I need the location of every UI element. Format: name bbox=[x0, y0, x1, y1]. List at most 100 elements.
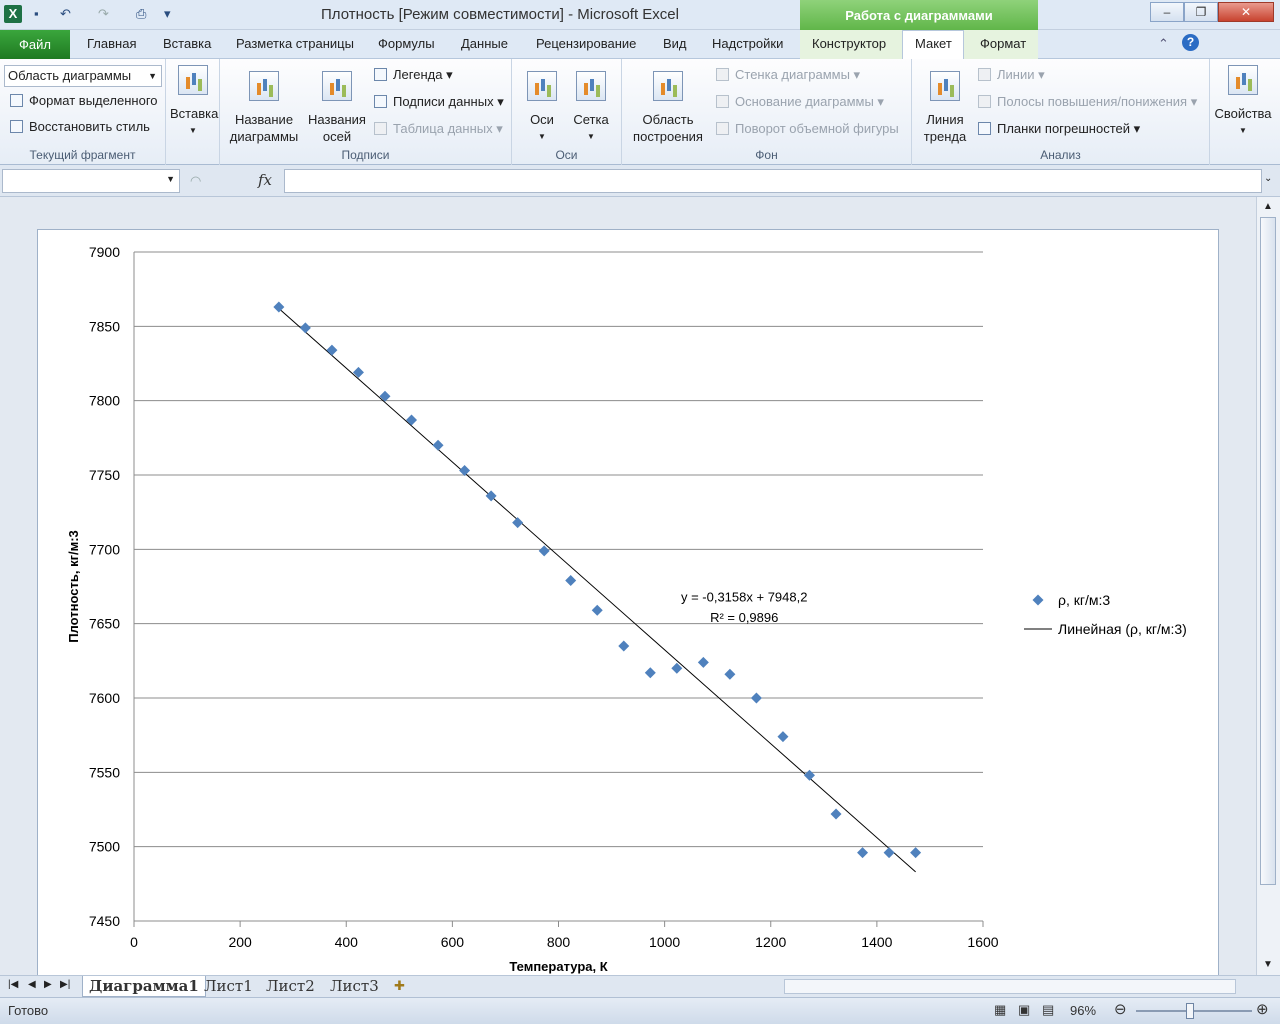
formula-bar: ▼ ◠ fx ⌄ bbox=[0, 165, 1280, 197]
next-sheet-icon[interactable]: ▶ bbox=[44, 979, 52, 990]
rotation-3d-button[interactable]: Поворот объемной фигуры bbox=[716, 121, 899, 136]
title-bar: X ▪ ↶ ↷ ⎙ ▾ Плотность [Режим совместимос… bbox=[0, 0, 1280, 31]
y-tick-label: 7650 bbox=[89, 616, 120, 632]
sheet-tab-list1[interactable]: Лист1 bbox=[204, 976, 253, 997]
plot-area-button[interactable]: Область построения bbox=[626, 71, 710, 145]
data-labels-button[interactable]: Подписи данных ▾ bbox=[374, 94, 504, 110]
insert-function-icon[interactable]: fx bbox=[258, 171, 272, 189]
tab-home[interactable]: Главная bbox=[87, 36, 136, 51]
expand-formula-bar-icon[interactable]: ⌄ bbox=[1264, 173, 1272, 184]
tab-layout[interactable]: Макет bbox=[915, 36, 952, 51]
zoom-slider[interactable] bbox=[1136, 1010, 1252, 1012]
chart-svg: 7900 7850 7800 7750 7700 7650 7600 7550 7500 7450… bbox=[66, 244, 1187, 974]
y-axis-title: Плотность, кг/м:3 bbox=[66, 530, 81, 643]
sheet-tabs-bar: |◀ ◀ ▶ ▶| Диаграмма1 Лист1 Лист2 Лист3 ✚ bbox=[0, 975, 1280, 997]
reset-style-button[interactable]: Восстановить стиль bbox=[10, 119, 150, 134]
lines-button[interactable]: Линии ▾ bbox=[978, 67, 1045, 83]
tab-formulas[interactable]: Формулы bbox=[378, 36, 435, 51]
scroll-up-icon[interactable]: ▲ bbox=[1263, 201, 1273, 212]
x-tick-label: 1600 bbox=[967, 934, 998, 950]
data-table-button[interactable]: Таблица данных ▾ bbox=[374, 121, 503, 137]
sheet-tab-list2[interactable]: Лист2 bbox=[266, 976, 315, 997]
legend-label: Легенда bbox=[393, 67, 443, 82]
data-point bbox=[326, 344, 338, 356]
data-point bbox=[803, 769, 815, 781]
gridlines-icon bbox=[576, 71, 606, 101]
data-point bbox=[379, 390, 391, 402]
tab-addins[interactable]: Надстройки bbox=[712, 36, 783, 51]
trendline-button[interactable]: Линия тренда bbox=[916, 71, 974, 145]
chart-title-button[interactable]: Название диаграммы bbox=[224, 71, 304, 145]
zoom-level[interactable]: 96% bbox=[1070, 1003, 1096, 1018]
properties-label: Свойства bbox=[1214, 106, 1272, 121]
vertical-scrollbar[interactable]: ▲ ▼ bbox=[1256, 197, 1280, 975]
ribbon-tabs: Файл Главная Вставка Разметка страницы Ф… bbox=[0, 30, 1280, 60]
x-tick-label: 600 bbox=[441, 934, 465, 950]
updown-bars-button[interactable]: Полосы повышения/понижения ▾ bbox=[978, 94, 1197, 110]
data-point bbox=[406, 414, 418, 426]
normal-view-icon[interactable]: ▦ bbox=[994, 1002, 1006, 1018]
format-selection-icon bbox=[10, 94, 23, 107]
collapse-ribbon-icon[interactable]: ⌃ bbox=[1158, 36, 1169, 52]
scroll-thumb[interactable] bbox=[1260, 217, 1276, 885]
help-icon[interactable]: ? bbox=[1182, 34, 1199, 51]
error-bars-button[interactable]: Планки погрешностей ▾ bbox=[978, 121, 1140, 137]
chart-wall-button[interactable]: Стенка диаграммы ▾ bbox=[716, 67, 860, 83]
tab-review[interactable]: Рецензирование bbox=[536, 36, 636, 51]
formula-bar-splitter-icon[interactable]: ◠ bbox=[190, 173, 201, 189]
close-button[interactable]: ✕ bbox=[1218, 2, 1274, 22]
group-label-labels: Подписи bbox=[341, 148, 390, 162]
minimize-button[interactable]: ‒ bbox=[1150, 2, 1184, 22]
group-labels: Название диаграммы Названия осей Легенда… bbox=[220, 59, 512, 165]
chart-tools-header: Работа с диаграммами bbox=[800, 0, 1038, 31]
error-bars-label: Планки погрешностей bbox=[997, 121, 1131, 136]
chevron-down-icon: ▼ bbox=[587, 132, 595, 141]
chart-floor-label: Основание диаграммы bbox=[735, 94, 874, 109]
y-tick-label: 7550 bbox=[89, 764, 120, 780]
chevron-down-icon: ▼ bbox=[538, 132, 546, 141]
tab-insert[interactable]: Вставка bbox=[163, 36, 211, 51]
chart-elements-combo[interactable]: Область диаграммы ▼ bbox=[4, 65, 162, 87]
first-sheet-icon[interactable]: |◀ bbox=[8, 979, 18, 990]
tab-format[interactable]: Формат bbox=[980, 36, 1026, 51]
properties-button[interactable]: Свойства ▼ bbox=[1212, 65, 1274, 139]
tab-data[interactable]: Данные bbox=[461, 36, 508, 51]
tab-file[interactable]: Файл bbox=[0, 30, 70, 59]
prev-sheet-icon[interactable]: ◀ bbox=[28, 979, 36, 990]
insert-button[interactable]: Вставка ▼ bbox=[170, 65, 218, 139]
chart-area[interactable]: 7900 7850 7800 7750 7700 7650 7600 7550 7500 7450… bbox=[37, 229, 1219, 975]
horizontal-scrollbar[interactable] bbox=[784, 979, 1236, 994]
gridlines-button[interactable]: Сетка ▼ bbox=[568, 71, 614, 145]
sheet-tab-list3[interactable]: Лист3 bbox=[330, 976, 379, 997]
chart-floor-button[interactable]: Основание диаграммы ▾ bbox=[716, 94, 884, 110]
last-sheet-icon[interactable]: ▶| bbox=[60, 979, 70, 990]
name-box[interactable]: ▼ bbox=[2, 169, 180, 193]
rotation-3d-icon bbox=[716, 122, 729, 135]
tab-design[interactable]: Конструктор bbox=[812, 36, 886, 51]
restore-button[interactable]: ❐ bbox=[1184, 2, 1218, 22]
scroll-down-icon[interactable]: ▼ bbox=[1263, 959, 1273, 970]
tab-view[interactable]: Вид bbox=[663, 36, 687, 51]
legend-button[interactable]: Легенда ▾ bbox=[374, 67, 453, 83]
updown-bars-label: Полосы повышения/понижения bbox=[997, 94, 1188, 109]
zoom-in-icon[interactable]: ⊕ bbox=[1256, 1000, 1269, 1018]
data-point bbox=[432, 439, 444, 451]
zoom-out-icon[interactable]: ⊖ bbox=[1114, 1000, 1127, 1018]
data-point bbox=[777, 731, 789, 743]
zoom-slider-thumb[interactable] bbox=[1186, 1003, 1194, 1019]
insert-icon bbox=[178, 65, 208, 95]
status-ready: Готово bbox=[8, 1003, 49, 1018]
group-label-analysis: Анализ bbox=[1040, 148, 1081, 162]
sheet-tab-chart1[interactable]: Диаграмма1 bbox=[82, 976, 206, 997]
page-break-view-icon[interactable]: ▤ bbox=[1042, 1002, 1054, 1018]
tab-page-layout[interactable]: Разметка страницы bbox=[236, 36, 354, 51]
format-selection-button[interactable]: Формат выделенного bbox=[10, 93, 158, 108]
page-layout-view-icon[interactable]: ▣ bbox=[1018, 1002, 1030, 1018]
insert-sheet-icon[interactable]: ✚ bbox=[394, 978, 405, 994]
axes-button[interactable]: Оси ▼ bbox=[520, 71, 564, 145]
formula-input[interactable] bbox=[284, 169, 1262, 193]
y-tick-label: 7600 bbox=[89, 690, 120, 706]
trendline-label-2: тренда bbox=[923, 129, 967, 144]
axis-titles-button[interactable]: Названия осей bbox=[306, 71, 368, 145]
data-point bbox=[565, 575, 577, 587]
